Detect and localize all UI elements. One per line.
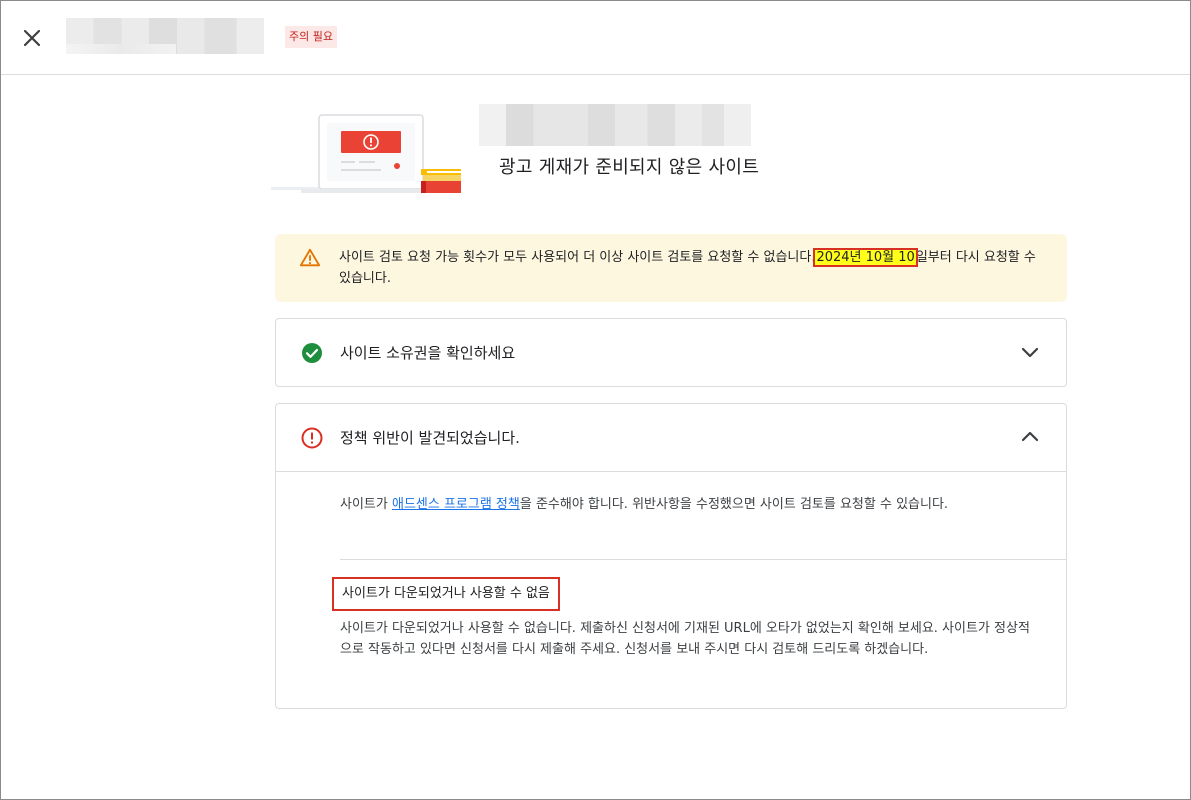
review-limit-warning: 사이트 검토 요청 가능 횟수가 모두 사용되어 더 이상 사이트 검토를 요청…	[275, 234, 1067, 302]
policy-card-header[interactable]: 정책 위반이 발견되었습니다.	[276, 404, 1066, 471]
available-date-highlight: 2024년 10월 10	[813, 248, 918, 267]
policy-violation-card: 정책 위반이 발견되었습니다. 사이트가 애드센스 프로그램 정책을 준수해야 …	[275, 403, 1067, 709]
section-divider	[340, 559, 1067, 560]
warning-message: 사이트 검토 요청 가능 횟수가 모두 사용되어 더 이상 사이트 검토를 요청…	[339, 247, 1051, 289]
check-circle-icon	[302, 343, 322, 363]
close-button[interactable]	[19, 25, 45, 51]
adsense-policy-link[interactable]: 애드센스 프로그램 정책	[392, 497, 520, 512]
warning-text-start: 사이트 검토 요청 가능 횟수가 모두 사용되어 더 이상 사이트 검토를 요청…	[339, 250, 816, 265]
site-not-ready-illustration	[271, 114, 461, 193]
chevron-down-icon[interactable]	[1018, 340, 1042, 364]
policy-card-title: 정책 위반이 발견되었습니다.	[340, 429, 520, 447]
policy-description: 사이트가 애드센스 프로그램 정책을 준수해야 합니다. 위반사항을 수정했으면…	[340, 494, 1040, 515]
ownership-card-title: 사이트 소유권을 확인하세요	[340, 344, 516, 362]
status-badge: 주의 필요	[285, 26, 337, 48]
close-icon	[23, 29, 41, 47]
site-name-redacted	[66, 18, 264, 54]
card-divider	[276, 471, 1066, 472]
issue-title: 사이트가 다운되었거나 사용할 수 없음	[332, 577, 560, 611]
ownership-card: 사이트 소유권을 확인하세요	[275, 318, 1067, 387]
policy-desc-start: 사이트가	[340, 497, 392, 512]
site-status-text: 광고 게재가 준비되지 않은 사이트	[499, 157, 760, 178]
warning-triangle-icon	[299, 248, 321, 267]
chevron-up-icon[interactable]	[1018, 425, 1042, 449]
ownership-card-header[interactable]: 사이트 소유권을 확인하세요	[276, 319, 1066, 386]
site-detail-dialog: 주의 필요 광고 게재가 준비되지 않은 사이트 사이트 검토 요청 가능 횟수…	[0, 0, 1191, 800]
site-url-redacted	[479, 104, 751, 146]
dialog-header: 주의 필요	[1, 1, 1190, 75]
issue-description: 사이트가 다운되었거나 사용할 수 없습니다. 제출하신 신청서에 기재된 UR…	[340, 621, 1030, 657]
error-circle-icon	[301, 427, 323, 449]
policy-desc-end: 을 준수해야 합니다. 위반사항을 수정했으면 사이트 검토를 요청할 수 있습…	[519, 497, 949, 512]
